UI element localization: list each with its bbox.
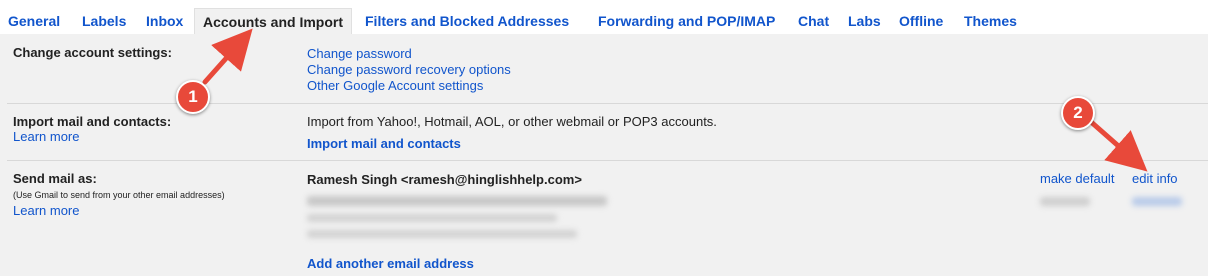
row-divider [7,160,1208,161]
callout-badge-1: 1 [176,80,210,114]
send-mail-as-title: Send mail as: [13,171,97,186]
tab-general[interactable]: General [8,8,60,34]
add-another-email-address-link[interactable]: Add another email address [307,256,474,271]
edit-info-link[interactable]: edit info [1132,171,1178,186]
tab-inbox[interactable]: Inbox [146,8,183,34]
send-mail-learn-more-link[interactable]: Learn more [13,203,79,218]
callout-badge-2: 2 [1061,96,1095,130]
change-password-link[interactable]: Change password [307,46,412,61]
tab-accounts-and-import[interactable]: Accounts and Import [194,8,353,34]
accounts-settings-panel: Change account settings: Change password… [0,34,1208,276]
tab-offline[interactable]: Offline [899,8,943,34]
tab-chat[interactable]: Chat [798,8,829,34]
change-account-settings-title: Change account settings: [13,45,172,60]
tab-labels[interactable]: Labels [82,8,126,34]
make-default-link[interactable]: make default [1040,171,1114,186]
import-mail-and-contacts-link[interactable]: Import mail and contacts [307,136,461,151]
import-description: Import from Yahoo!, Hotmail, AOL, or oth… [307,114,717,129]
settings-tab-bar: General Labels Inbox Accounts and Import… [0,0,1208,34]
import-learn-more-link[interactable]: Learn more [13,129,79,144]
tab-filters-and-blocked-addresses[interactable]: Filters and Blocked Addresses [365,8,569,34]
tab-forwarding-and-pop-imap[interactable]: Forwarding and POP/IMAP [598,8,775,34]
tab-labs[interactable]: Labs [848,8,881,34]
send-mail-as-note: (Use Gmail to send from your other email… [13,190,225,200]
change-recovery-options-link[interactable]: Change password recovery options [307,62,511,77]
tab-themes[interactable]: Themes [964,8,1017,34]
send-as-identity: Ramesh Singh <ramesh@hinglishhelp.com> [307,172,582,187]
other-google-account-settings-link[interactable]: Other Google Account settings [307,78,483,93]
import-mail-title: Import mail and contacts: [13,114,172,129]
